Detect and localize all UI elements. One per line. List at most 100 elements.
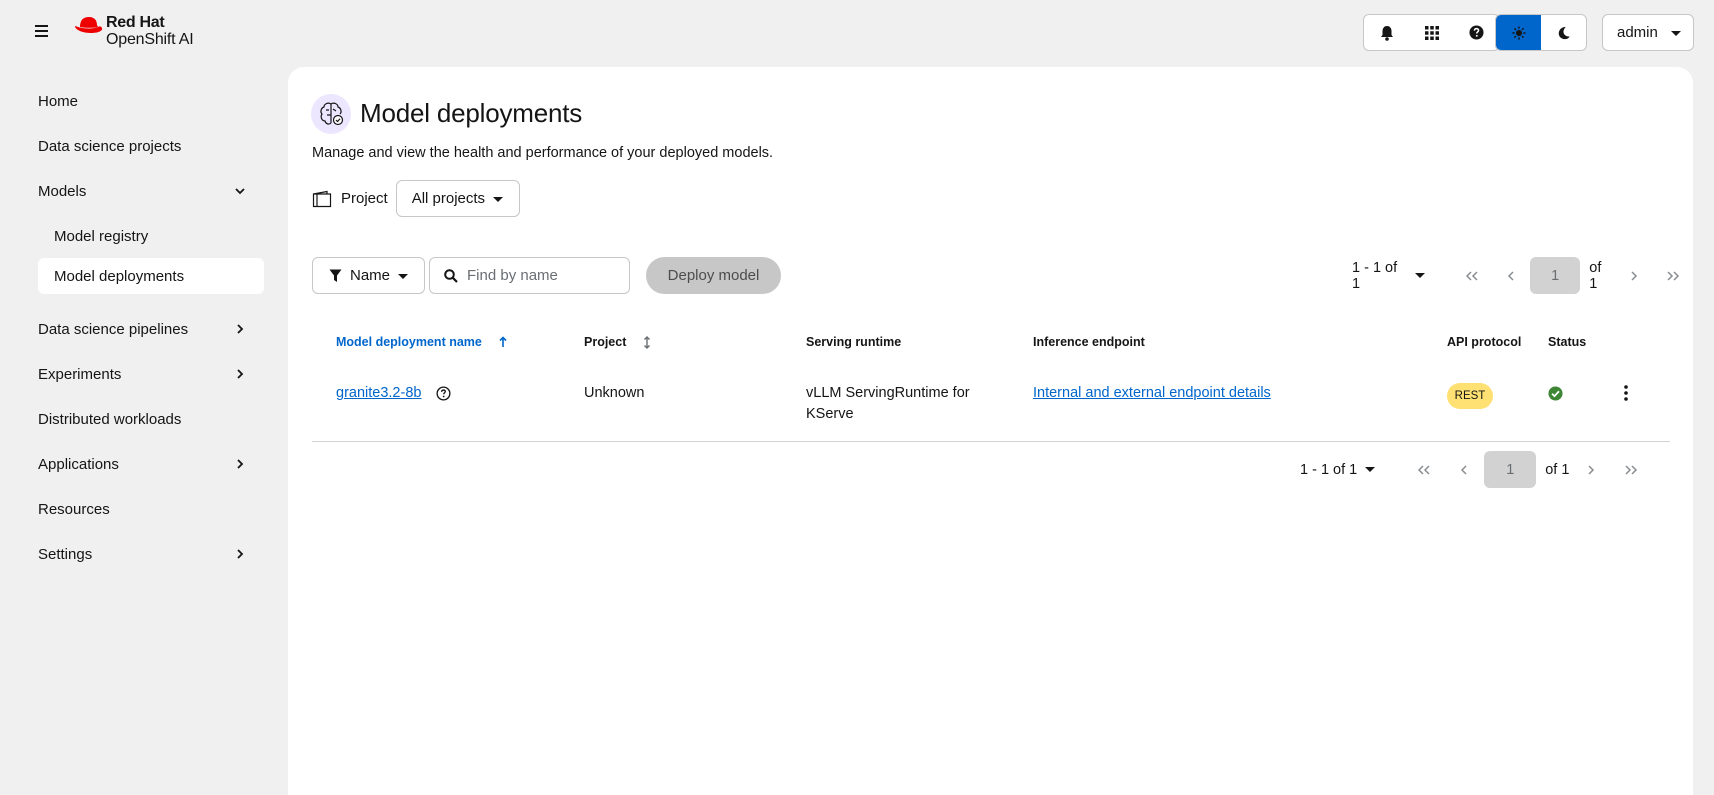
pagination-range: 1 - 1 of 1	[1352, 259, 1398, 292]
per-page-toggle[interactable]: 1 - 1 of 1	[1300, 461, 1376, 478]
model-deployment-link[interactable]: granite3.2-8b	[336, 383, 421, 404]
column-header-serving-runtime: Serving runtime	[806, 335, 901, 349]
page-title: Model deployments	[360, 98, 583, 128]
brand-logo[interactable]: Red Hat OpenShift AI	[74, 14, 194, 48]
previous-page-button[interactable]	[1444, 451, 1484, 488]
masthead: Red Hat OpenShift AI admin	[0, 0, 1714, 64]
column-header-label: Project	[584, 335, 627, 349]
sidebar-item-model-registry[interactable]: Model registry	[38, 218, 264, 254]
sidebar-item-settings[interactable]: Settings	[37, 536, 264, 572]
theme-toggle	[1495, 14, 1587, 51]
sidebar-item-resources[interactable]: Resources	[37, 491, 264, 527]
sidebar-item-distributed-workloads[interactable]: Distributed workloads	[37, 401, 264, 437]
help-icon[interactable]	[1454, 15, 1499, 50]
per-page-toggle[interactable]: 1 - 1 of 1	[1352, 260, 1425, 292]
sidebar-item-label: Model registry	[54, 227, 149, 245]
filter-label: Name	[350, 267, 391, 284]
column-header-label: Status	[1548, 335, 1587, 349]
sidebar-item-label: Applications	[38, 455, 119, 473]
hamburger-icon[interactable]	[30, 22, 52, 42]
help-outline-icon[interactable]	[436, 386, 451, 401]
project-folder-icon	[312, 190, 332, 207]
search-input[interactable]	[467, 267, 617, 284]
status-success-icon[interactable]	[1548, 386, 1563, 401]
project-select-value: All projects	[411, 190, 486, 207]
sidebar-item-home[interactable]: Home	[37, 83, 264, 119]
chevron-right-icon	[237, 324, 244, 334]
chevron-right-icon	[237, 459, 244, 469]
column-header-label: Serving runtime	[806, 335, 902, 349]
search-box[interactable]	[429, 257, 630, 294]
serving-runtime-line2: KServe	[806, 406, 854, 422]
sun-icon[interactable]	[1496, 15, 1541, 50]
user-menu[interactable]: admin	[1602, 14, 1694, 51]
model-brain-icon	[311, 94, 351, 134]
sidebar-item-applications[interactable]: Applications	[37, 446, 264, 482]
page-number-input[interactable]: 1	[1530, 257, 1581, 294]
column-header-status: Status	[1548, 335, 1586, 349]
serving-runtime-cell: vLLM ServingRuntime for KServe	[806, 383, 970, 425]
serving-runtime-line1: vLLM ServingRuntime for	[806, 385, 970, 401]
sidebar-item-data-science-projects[interactable]: Data science projects	[37, 128, 264, 164]
app-grid-icon[interactable]	[1409, 15, 1454, 50]
project-label: Project	[341, 190, 388, 207]
table-toolbar: Name Deploy model 1 - 1 of 1 1 of 1	[312, 257, 1692, 294]
column-header-model-deployment-name[interactable]: Model deployment name	[336, 335, 507, 349]
page-description: Manage and view the health and performan…	[312, 145, 774, 161]
column-header-label: Inference endpoint	[1033, 335, 1145, 349]
next-page-button[interactable]	[1615, 257, 1654, 294]
column-header-api-protocol: API protocol	[1447, 335, 1521, 349]
first-page-button[interactable]	[1404, 451, 1444, 488]
last-page-button[interactable]	[1653, 257, 1692, 294]
page-number-input[interactable]: 1	[1484, 451, 1537, 488]
table-divider	[312, 441, 1670, 442]
sort-ascending-icon	[499, 336, 507, 347]
pagination-top: 1 - 1 of 1 1 of 1	[1352, 257, 1692, 294]
sidebar-item-label: Experiments	[38, 365, 122, 383]
first-page-button[interactable]	[1453, 257, 1492, 294]
brand-line1: Red Hat	[106, 14, 165, 31]
project-selector-row: Project All projects	[312, 180, 520, 217]
column-header-label: API protocol	[1447, 335, 1522, 349]
next-page-button[interactable]	[1571, 451, 1611, 488]
api-protocol-badge: REST	[1447, 383, 1493, 409]
chevron-right-icon	[237, 369, 244, 379]
project-select[interactable]: All projects	[395, 180, 520, 217]
user-name: admin	[1617, 24, 1658, 41]
masthead-tools	[1363, 14, 1500, 51]
sidebar-item-model-deployments[interactable]: Model deployments	[38, 258, 264, 294]
sidebar-item-label: Settings	[38, 545, 93, 563]
kebab-menu-icon[interactable]	[1623, 385, 1629, 401]
sidebar-item-data-science-pipelines[interactable]: Data science pipelines	[37, 311, 264, 347]
sidebar-item-label: Models	[38, 182, 87, 200]
sidebar-item-label: Distributed workloads	[38, 410, 182, 428]
page-total: of 1	[1545, 461, 1570, 478]
bell-icon[interactable]	[1364, 15, 1409, 50]
last-page-button[interactable]	[1611, 451, 1651, 488]
main-content: Model deployments Manage and view the he…	[288, 67, 1693, 795]
sidebar-item-label: Home	[38, 92, 79, 110]
pagination-range: 1 - 1 of 1	[1300, 461, 1358, 478]
deploy-model-button[interactable]: Deploy model	[646, 257, 781, 294]
moon-icon[interactable]	[1541, 15, 1586, 50]
endpoint-details-link[interactable]: Internal and external endpoint details	[1033, 385, 1271, 401]
brand-line2: OpenShift AI	[106, 31, 194, 48]
column-header-project[interactable]: Project	[584, 335, 651, 349]
caret-down-icon	[1365, 467, 1376, 472]
sidebar-item-label: Data science projects	[38, 137, 182, 155]
sidebar-item-label: Data science pipelines	[38, 320, 189, 338]
sidebar-item-label: Model deployments	[54, 267, 185, 285]
search-icon	[444, 268, 458, 283]
project-cell: Unknown	[584, 385, 645, 401]
page-total: of 1	[1589, 259, 1602, 292]
filter-attribute-dropdown[interactable]: Name	[312, 257, 425, 294]
filter-icon	[329, 269, 342, 282]
sidebar-item-experiments[interactable]: Experiments	[37, 356, 264, 392]
column-header-inference-endpoint: Inference endpoint	[1033, 335, 1145, 349]
pagination-bottom: 1 - 1 of 1 1 of 1	[1300, 451, 1651, 488]
sidebar-item-models[interactable]: Models	[37, 173, 264, 209]
chevron-right-icon	[237, 549, 244, 559]
chevron-down-icon	[235, 188, 245, 195]
caret-down-icon	[1414, 273, 1425, 278]
previous-page-button[interactable]	[1491, 257, 1530, 294]
